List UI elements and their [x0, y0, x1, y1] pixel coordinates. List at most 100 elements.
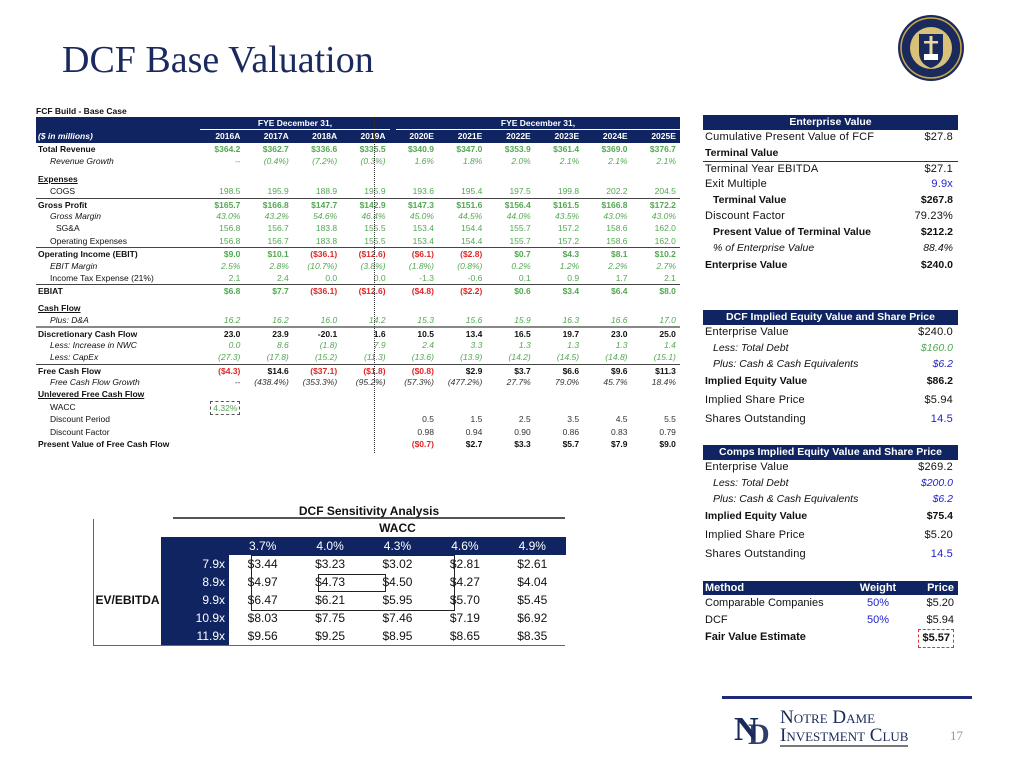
cell-value: 195.9: [267, 186, 289, 197]
summary-panel: Enterprise Value Cumulative Present Value…: [703, 115, 958, 275]
fcf-build-table: FCF Build - Base Case FYE December 31, F…: [36, 105, 680, 453]
cell-value: ($0.8): [411, 365, 434, 376]
cell-value: (13.9): [460, 352, 483, 363]
cell-value: (0.8%): [457, 260, 483, 271]
cell-value: (13.6): [411, 352, 434, 363]
panel-row-value: 14.5: [930, 413, 953, 426]
panel-row: Terminal Value: [703, 146, 958, 162]
cell-value: 156.8: [219, 223, 241, 234]
panel-row-label: Less: Total Debt: [713, 341, 789, 354]
year-header: 2016A: [215, 131, 241, 141]
ev-ebitda-axis-label: EV/EBITDA: [95, 593, 160, 607]
panel-row-label: % of Enterprise Value: [713, 241, 815, 254]
cell-value: $156.4: [504, 199, 531, 210]
cell-value: 43.5%: [555, 210, 580, 221]
cell-value: [244, 413, 292, 425]
nd-investment-club-logo: N D Notre Dame Investment Club: [734, 708, 909, 748]
cell-value: 156.7: [267, 223, 289, 234]
cell-value: 18.4%: [651, 377, 676, 388]
sensitivity-cell: $8.35: [517, 629, 548, 643]
cell-value: (15.2): [314, 352, 338, 363]
cell-value: 2.5: [518, 414, 531, 425]
cell-value: ($2.8): [460, 249, 483, 260]
cell-value: 155.7: [509, 223, 531, 234]
cell-value: $147.3: [407, 199, 434, 210]
table-row: WACC 4.32%: [36, 400, 680, 416]
row-label: EBIT Margin: [50, 260, 98, 271]
cell-value: (353.3%): [302, 377, 338, 388]
cell-value: 3.3: [470, 339, 483, 350]
cell-value: 2.1%: [656, 156, 676, 167]
cell-value: $362.7: [262, 144, 289, 154]
cell-value: 2.0%: [511, 156, 531, 167]
panel-row: Discount Factor 79.23%: [703, 209, 958, 225]
cell-value: 2.2%: [608, 260, 628, 271]
row-label: Gross Profit: [38, 199, 88, 210]
panel-row-label: Enterprise Value: [705, 259, 788, 272]
table-row: Unlevered Free Cash Flow: [36, 388, 680, 400]
cell-value: ($36.1): [310, 286, 338, 297]
cell-value: ($4.8): [411, 286, 434, 297]
cell-value: [341, 413, 389, 425]
cell-value: (95.2%): [355, 377, 386, 388]
panel-row: Enterprise Value $240.0: [703, 256, 958, 275]
cell-value: (14.5): [556, 352, 580, 363]
panel-row-label: Plus: Cash & Cash Equivalents: [713, 492, 859, 505]
row-label: SG&A: [56, 223, 80, 234]
units-label: ($ in millions): [38, 131, 93, 141]
panel-row-label: Terminal Value: [713, 194, 787, 207]
table-row: Discount Period 0.5 1.5 2.5 3.5 4.5 5.5: [36, 413, 680, 425]
table-row: Discount Factor 0.98 0.94 0.90 0.86 0.83 0.79: [36, 426, 680, 438]
cell-value: $9.0: [659, 438, 676, 449]
cell-value: $9.6: [610, 365, 628, 376]
cell-value: $10.2: [654, 249, 676, 260]
panel-row: Exit Multiple 9.9x: [703, 177, 958, 193]
university-seal-logo: [898, 15, 964, 81]
year-header: 2024E: [602, 131, 628, 141]
cell-value: 5.5: [664, 414, 676, 425]
wacc-header: 4.0%: [296, 537, 364, 555]
cell-value: [196, 413, 244, 425]
cell-value: $376.7: [649, 144, 676, 154]
fair-value-estimate: $5.57: [918, 629, 954, 648]
cell-value: 154.4: [461, 235, 483, 246]
cell-value: 193.6: [412, 186, 434, 197]
cell-value: $142.9: [359, 199, 386, 210]
base-case-highlight-box: [318, 574, 386, 592]
cell-value: ($0.7): [411, 438, 434, 449]
cell-value: 44.5%: [458, 210, 483, 221]
cell-value: $10.1: [267, 249, 289, 260]
cell-value: 197.5: [509, 186, 531, 197]
cell-value: (17.8): [266, 352, 289, 363]
method-price: $5.20: [926, 597, 954, 609]
cell-value: 44.0%: [506, 210, 531, 221]
cell-value: [293, 426, 341, 438]
cell-value: 156.8: [219, 235, 241, 246]
panel-row: Cumulative Present Value of FCF $27.8: [703, 130, 958, 146]
panel-row: Plus: Cash & Cash Equivalents $6.2: [703, 357, 958, 373]
actual-estimate-divider: [374, 118, 375, 453]
cell-value: 195.4: [461, 186, 483, 197]
sensitivity-cell: $5.45: [517, 593, 548, 607]
sensitivity-title: DCF Sensitivity Analysis: [173, 504, 565, 519]
blank-cell: [94, 573, 161, 591]
nd-monogram-icon: N D: [734, 711, 770, 748]
panel-row-value: $160.0: [920, 341, 953, 354]
sensitivity-cell: $9.25: [315, 629, 346, 643]
cell-value: 1.3: [518, 339, 531, 350]
cell-value: 1.3: [615, 339, 628, 350]
cell-value: 1.8%: [462, 156, 483, 167]
panel-row-label: Implied Equity Value: [705, 375, 808, 388]
cell-value: 153.4: [412, 235, 434, 246]
cell-value: [341, 438, 389, 450]
method-weight: 50%: [866, 614, 890, 626]
row-label: Plus: D&A: [50, 315, 89, 326]
year-header: 2021E: [457, 131, 483, 141]
panel-row: Less: Total Debt $200.0: [703, 476, 958, 492]
cell-value: 13.4: [465, 329, 483, 340]
panel-row-label: Enterprise Value: [705, 326, 789, 338]
cell-value: 1.2%: [559, 260, 580, 271]
cell-value: $2.9: [465, 365, 483, 376]
row-label: Cash Flow: [38, 302, 81, 313]
cell-value: $6.6: [562, 365, 580, 376]
